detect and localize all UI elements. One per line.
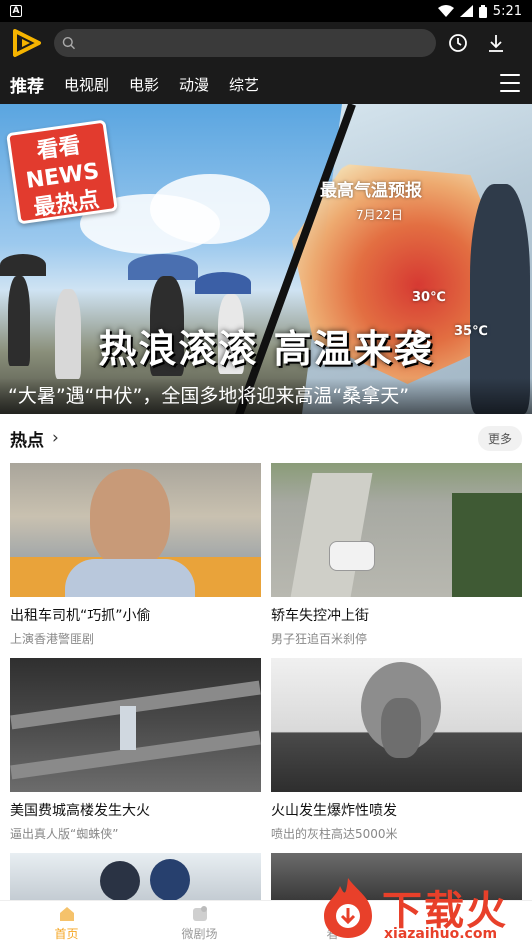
- video-card[interactable]: 出租车司机“巧抓”小偷 上演香港警匪剧: [10, 463, 261, 647]
- home-icon: [59, 907, 74, 921]
- news-badge-logo: 看看 NEWS 最热点: [6, 119, 118, 225]
- nav-label: 微剧场: [181, 927, 218, 941]
- app-bar: [0, 22, 532, 64]
- category-tabs: 推荐 电视剧 电影 动漫 综艺: [0, 64, 532, 104]
- trees-shape: [452, 493, 522, 597]
- banner-headline: 热浪滚滚 高温来袭: [98, 327, 434, 371]
- person-shape: [100, 861, 140, 900]
- tab-tv-series[interactable]: 电视剧: [64, 74, 109, 95]
- video-title[interactable]: 美国费城高楼发生大火: [10, 800, 261, 820]
- car-shape: [329, 541, 375, 571]
- nav-theater[interactable]: 微剧场: [133, 901, 266, 946]
- battery-icon: [478, 4, 487, 18]
- shirt-shape: [65, 559, 195, 597]
- video-title[interactable]: 火山发生爆炸性喷发: [271, 800, 522, 820]
- wifi-icon: [437, 5, 454, 17]
- umbrella-shape: [195, 272, 251, 294]
- history-button[interactable]: [442, 27, 474, 59]
- xiazaihuo-watermark: 下载火 xiazaihuo.com: [312, 872, 532, 946]
- app-logo[interactable]: [10, 26, 44, 60]
- status-time: 5:21: [492, 3, 522, 19]
- more-button[interactable]: 更多: [477, 425, 522, 451]
- video-subtitle: 上演香港警匪剧: [10, 632, 95, 646]
- tab-recommend[interactable]: 推荐: [10, 72, 44, 97]
- nav-home[interactable]: 首页: [0, 901, 133, 946]
- theater-icon: [192, 906, 207, 921]
- video-thumbnail[interactable]: [10, 658, 261, 792]
- download-button[interactable]: [480, 27, 512, 59]
- video-subtitle: 男子狂追百米刹停: [271, 632, 368, 646]
- chevron-right-icon[interactable]: ›: [52, 428, 59, 448]
- section-title[interactable]: 热点: [10, 426, 44, 451]
- status-bar: A 5:21: [0, 0, 532, 22]
- clock-icon: [449, 34, 467, 52]
- map-date: 7月22日: [356, 208, 403, 222]
- hot-section-header: 热点 › 更多: [0, 414, 532, 462]
- tab-anime[interactable]: 动漫: [179, 74, 209, 95]
- tab-variety[interactable]: 综艺: [229, 74, 259, 95]
- cloud-shape: [150, 174, 270, 244]
- face-shape: [90, 469, 170, 569]
- menu-icon[interactable]: [500, 74, 520, 92]
- video-thumbnail[interactable]: [10, 463, 261, 597]
- road-shape: [289, 473, 373, 597]
- video-subtitle: 喷出的灰柱高达5000米: [271, 827, 398, 841]
- video-title[interactable]: 轿车失控冲上街: [271, 605, 522, 625]
- banner-caption: “大暑”遇“中伏”，全国多地将迎来高温“桑拿天”: [0, 378, 532, 414]
- search-icon: [62, 36, 76, 50]
- search-bar[interactable]: [54, 29, 436, 57]
- video-thumbnail[interactable]: [271, 658, 522, 792]
- person-shape: [150, 859, 190, 900]
- map-temp-label: 30℃: [412, 290, 446, 305]
- video-card[interactable]: 轿车失控冲上街 男子狂追百米刹停: [271, 463, 522, 647]
- video-card[interactable]: 火山发生爆炸性喷发 喷出的灰柱高达5000米: [271, 658, 522, 842]
- download-icon: [489, 35, 503, 52]
- signal-icon: [459, 5, 473, 17]
- banner-carousel[interactable]: 最高气温预报 7月22日 30℃ 35℃ 看看 NEWS 最热点 热浪滚滚 高温…: [0, 104, 532, 414]
- person-shape: [120, 706, 136, 750]
- video-title[interactable]: 出租车司机“巧抓”小偷: [10, 605, 261, 625]
- map-title: 最高气温预报: [320, 181, 422, 201]
- tab-movies[interactable]: 电影: [129, 74, 159, 95]
- umbrella-shape: [0, 254, 46, 276]
- ash-cloud-shape: [381, 698, 421, 758]
- watermark-url: xiazaihuo.com: [384, 926, 498, 942]
- notification-a-icon: A: [10, 5, 22, 17]
- video-subtitle: 逼出真人版“蜘蛛侠”: [10, 827, 119, 841]
- nav-label: 首页: [54, 927, 79, 941]
- video-thumbnail[interactable]: [10, 853, 261, 900]
- video-card[interactable]: 美国费城高楼发生大火 逼出真人版“蜘蛛侠”: [10, 658, 261, 842]
- video-thumbnail[interactable]: [271, 463, 522, 597]
- search-input[interactable]: [75, 35, 436, 51]
- play-logo-icon: [13, 29, 41, 57]
- flame-logo-icon: [324, 878, 372, 938]
